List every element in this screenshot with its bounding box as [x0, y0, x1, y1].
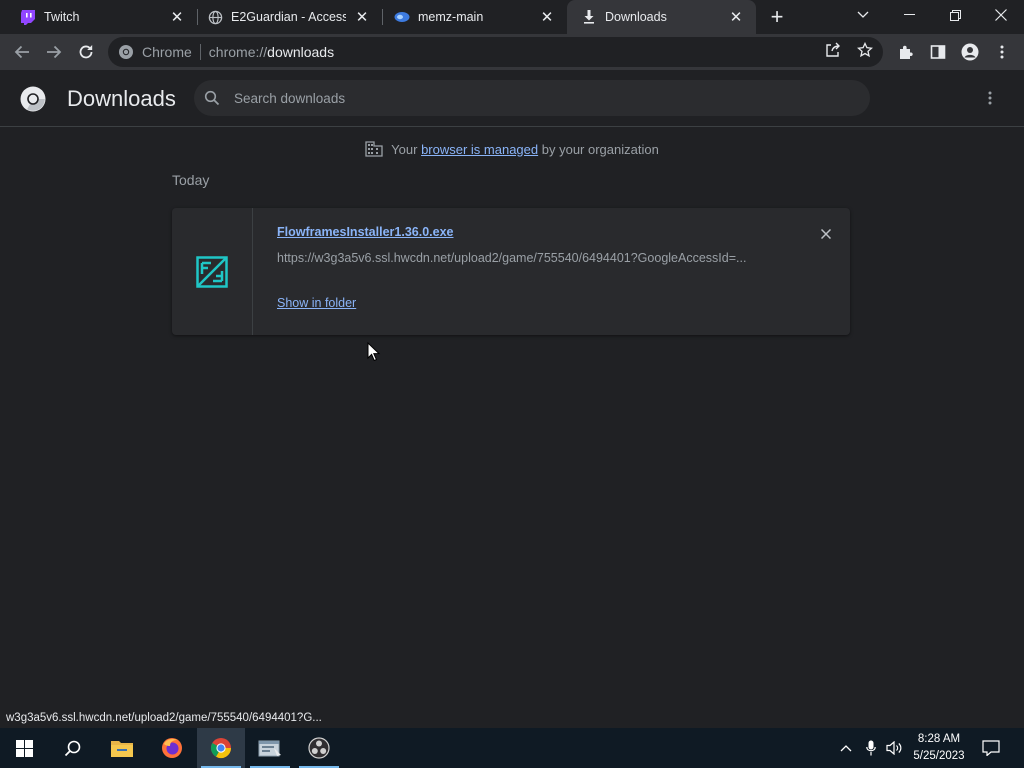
building-icon [365, 141, 383, 157]
chrome-icon [210, 738, 232, 759]
flowframes-app-icon [196, 255, 228, 288]
tab-search-chevron-icon[interactable] [840, 0, 886, 30]
search-placeholder: Search downloads [234, 90, 346, 106]
windows-logo-icon [15, 739, 33, 757]
notifications-icon[interactable] [980, 728, 1002, 768]
tab-e2guardian[interactable]: E2Guardian - Access De ✕ [187, 0, 382, 34]
tab-title: memz-main [418, 10, 484, 24]
globe-icon [207, 9, 223, 25]
back-button[interactable] [8, 38, 36, 66]
search-icon [204, 90, 220, 106]
taskbar-app-window[interactable] [246, 728, 294, 768]
file-icon-column [172, 208, 253, 335]
omnibox-divider [199, 44, 201, 60]
new-tab-button[interactable]: + [766, 6, 788, 28]
managed-prefix: Your [391, 141, 418, 157]
tab-downloads[interactable]: Downloads ✕ [567, 0, 756, 34]
remove-download-icon[interactable] [817, 225, 835, 243]
tab-title: Twitch [44, 10, 80, 24]
download-source-url[interactable]: https://w3g3a5v6.ssl.hwcdn.net/upload2/g… [277, 251, 777, 265]
managed-browser-notice: Your browser is managed by your organiza… [0, 140, 1024, 158]
site-info-chip[interactable]: Chrome [118, 44, 192, 60]
show-hidden-icons-chevron-icon[interactable] [836, 728, 856, 768]
downloads-page: Downloads Search downloads Your browser … [0, 70, 1024, 728]
mouse-cursor-icon [367, 342, 381, 362]
taskbar-file-explorer[interactable] [98, 728, 146, 768]
chrome-logo-icon [20, 86, 46, 112]
profile-avatar-icon[interactable] [960, 42, 980, 62]
extensions-puzzle-icon[interactable] [896, 42, 916, 62]
windows-taskbar: 8:28 AM 5/25/2023 [0, 728, 1024, 768]
browser-toolbar: Chrome chrome://downloads [0, 34, 1024, 70]
browser-managed-link[interactable]: browser is managed [421, 142, 538, 157]
close-tab-icon[interactable]: ✕ [726, 7, 746, 27]
search-downloads-field[interactable]: Search downloads [194, 80, 870, 116]
taskbar-firefox[interactable] [148, 728, 196, 768]
volume-icon[interactable] [884, 728, 906, 768]
side-panel-icon[interactable] [928, 42, 948, 62]
system-clock[interactable]: 8:28 AM 5/25/2023 [905, 731, 973, 765]
taskbar-search-button[interactable] [48, 728, 96, 768]
tab-twitch[interactable]: Twitch ✕ [0, 0, 197, 34]
site-label: Chrome [142, 44, 192, 60]
bookmark-star-icon[interactable] [856, 41, 874, 59]
memz-icon [394, 9, 410, 25]
forward-button[interactable] [40, 38, 68, 66]
taskbar-obs[interactable] [295, 728, 343, 768]
start-button[interactable] [0, 728, 48, 768]
downloads-header: Downloads Search downloads [0, 70, 1024, 127]
close-tab-icon[interactable]: ✕ [537, 7, 557, 27]
tab-strip: Twitch ✕ E2Guardian - Access De ✕ memz-m… [0, 0, 1024, 34]
microphone-icon[interactable] [861, 728, 881, 768]
more-actions-icon[interactable] [980, 88, 1000, 108]
address-bar[interactable]: Chrome chrome://downloads [108, 37, 883, 67]
chrome-menu-icon[interactable] [992, 42, 1012, 62]
download-filename-link[interactable]: FlowframesInstaller1.36.0.exe [277, 225, 453, 239]
show-in-folder-link[interactable]: Show in folder [277, 296, 356, 310]
firefox-icon [162, 738, 182, 758]
obs-icon [308, 737, 330, 759]
clock-time: 8:28 AM [917, 733, 961, 745]
page-title: Downloads [67, 86, 176, 111]
close-window-button[interactable] [978, 0, 1024, 30]
managed-suffix: by your organization [541, 141, 659, 157]
search-icon [64, 740, 80, 756]
link-status-bubble: w3g3a5v6.ssl.hwcdn.net/upload2/game/7555… [0, 708, 328, 728]
reload-button[interactable] [72, 38, 100, 66]
close-tab-icon[interactable]: ✕ [167, 7, 187, 27]
chrome-icon [119, 45, 133, 59]
twitch-icon [20, 9, 36, 25]
date-group-label: Today [172, 172, 210, 188]
tab-memz-main[interactable]: memz-main ✕ [374, 0, 567, 34]
folder-icon [111, 741, 133, 757]
restore-button[interactable] [932, 0, 978, 30]
minimize-button[interactable] [886, 0, 932, 30]
close-tab-icon[interactable]: ✕ [352, 7, 372, 27]
tab-title: E2Guardian - Access De [231, 10, 346, 24]
taskbar-chrome[interactable] [197, 728, 245, 768]
url-text: chrome://downloads [208, 44, 335, 60]
tab-title: Downloads [605, 10, 667, 24]
download-item: FlowframesInstaller1.36.0.exe https://w3… [172, 208, 850, 335]
share-icon[interactable] [824, 41, 842, 59]
app-window-icon [258, 740, 281, 757]
clock-date: 5/25/2023 [913, 750, 965, 762]
download-icon [581, 9, 597, 25]
